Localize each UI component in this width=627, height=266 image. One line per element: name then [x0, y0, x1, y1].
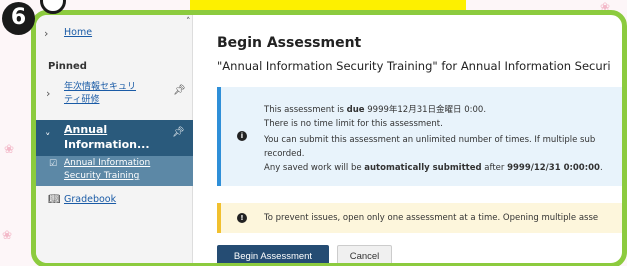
active-label-line2: Information...	[64, 138, 150, 151]
warning-text: To prevent issues, open only one assessm…	[264, 213, 599, 223]
pin-icon[interactable]: 📌︎	[172, 127, 185, 138]
info-autosubmit-line: Any saved work will be automatically sub…	[264, 163, 603, 173]
checkbox-icon: ☑	[49, 159, 58, 169]
screenshot-stage: ❀ ❀ ❀ 6 › Home ˄ Pinned › 年次情報セキュリ ティ研修 …	[0, 0, 627, 266]
pin-icon[interactable]: 📌︎	[173, 85, 186, 96]
info-icon: i	[237, 131, 247, 141]
pinned-heading: Pinned	[48, 61, 87, 72]
main-content: Begin Assessment "Annual Information Sec…	[193, 15, 622, 263]
gradebook-link[interactable]: Gradebook	[64, 194, 116, 205]
chevron-up-icon[interactable]: ˄	[186, 17, 191, 27]
assessment-subtitle: "Annual Information Security Training" f…	[217, 59, 611, 73]
petal-decoration: ❀	[4, 142, 15, 156]
sidebar-item-jp-training[interactable]: 年次情報セキュリ	[64, 79, 136, 92]
book-icon: 📖︎	[48, 194, 61, 205]
warning-icon: !	[237, 213, 247, 223]
step-number-badge: 6	[2, 2, 35, 35]
info-notice: i This assessment is due 9999年12月31日金曜日 …	[217, 87, 622, 186]
chevron-right-icon: ›	[44, 27, 49, 40]
cancel-button[interactable]: Cancel	[337, 245, 392, 263]
chevron-right-icon[interactable]: ›	[46, 87, 50, 100]
home-link[interactable]: Home	[64, 27, 92, 38]
highlight-banner	[190, 0, 466, 10]
sidebar-item-jp-training-line2[interactable]: ティ研修	[64, 92, 99, 105]
info-due-line: This assessment is due 9999年12月31日金曜日 0:…	[264, 105, 487, 115]
active-label-line1: Annual	[64, 123, 108, 136]
subitem-label-line1: Annual Information	[64, 158, 151, 168]
info-recorded-line: recorded.	[264, 149, 305, 159]
sidebar-item-annual-active[interactable]: ˅ Annual Information... 📌︎	[36, 120, 193, 156]
course-sidebar: › Home ˄ Pinned › 年次情報セキュリ ティ研修 📌︎ ˅ Ann…	[36, 15, 193, 263]
info-submissions-line: You can submit this assessment an unlimi…	[264, 135, 596, 145]
petal-decoration: ❀	[2, 228, 13, 242]
info-time-limit-line: There is no time limit for this assessme…	[264, 119, 443, 129]
chevron-down-icon: ˅	[45, 131, 51, 144]
subitem-label-line2: Security Training	[64, 171, 140, 181]
warning-notice: ! To prevent issues, open only one asses…	[217, 203, 622, 233]
page-title: Begin Assessment	[217, 35, 362, 51]
begin-assessment-button[interactable]: Begin Assessment	[217, 245, 329, 263]
app-window: › Home ˄ Pinned › 年次情報セキュリ ティ研修 📌︎ ˅ Ann…	[31, 10, 627, 266]
sidebar-subitem-security-training[interactable]: ☑ Annual Information Security Training	[36, 156, 193, 186]
